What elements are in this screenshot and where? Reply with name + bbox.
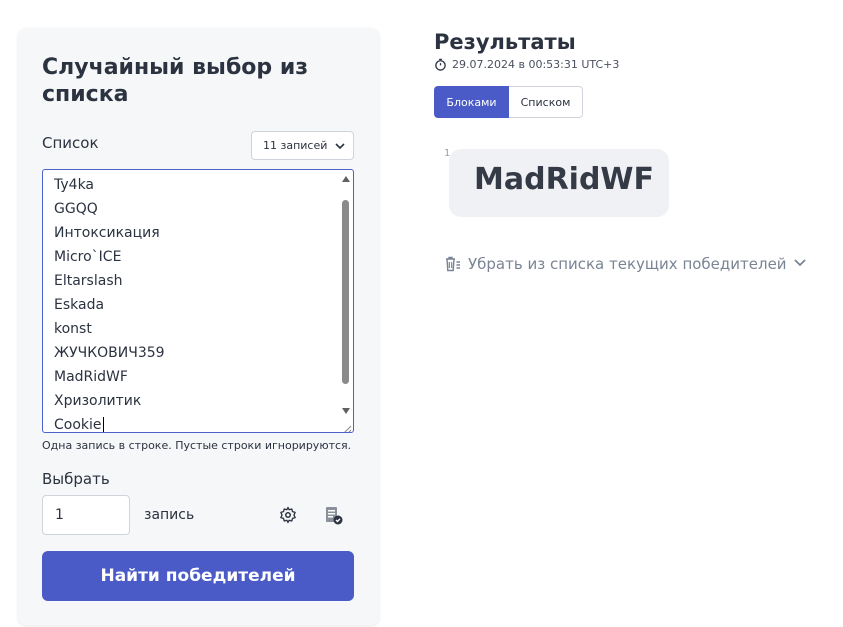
winner-name: MadRidWF <box>474 162 655 197</box>
entry-line: Cookie <box>54 417 104 433</box>
entries-hint: Одна запись в строке. Пустые строки игно… <box>42 439 352 452</box>
remove-winners-label: Убрать из списка текущих победителей <box>468 255 787 273</box>
resize-grip-icon[interactable] <box>340 419 352 432</box>
winner-count-input[interactable]: 1 <box>42 495 130 535</box>
unit-label: запись <box>144 507 195 523</box>
remove-winners-toggle[interactable]: Убрать из списка текущих победителей <box>444 255 811 273</box>
entry-line: GGQQ <box>54 201 98 217</box>
entry-line: Хризолитик <box>54 393 142 409</box>
entry-line: Micro`ICE <box>54 249 122 265</box>
results-title: Результаты <box>434 30 576 54</box>
tab-blocks[interactable]: Блоками <box>434 86 509 118</box>
scroll-up-arrow-icon[interactable] <box>341 174 351 184</box>
panel-title: Случайный выбор из списка <box>42 55 309 107</box>
timestamp-text: 29.07.2024 в 00:53:31 UTC+3 <box>452 58 620 71</box>
textarea-scrollbar[interactable] <box>339 170 353 432</box>
entry-count-label: 11 записей <box>263 139 328 152</box>
tab-list[interactable]: Списком <box>509 86 583 118</box>
find-winners-button[interactable]: Найти победителей <box>42 551 354 601</box>
stopwatch-icon <box>434 58 447 71</box>
gear-icon[interactable] <box>279 506 297 524</box>
entry-line: Ty4ka <box>54 177 95 193</box>
entry-count-dropdown[interactable]: 11 записей <box>251 131 354 160</box>
entry-line: konst <box>54 321 92 337</box>
entry-line: Eltarslash <box>54 273 123 289</box>
winner-index: 1 <box>444 148 451 159</box>
results-view-tabs: Блоками Списком <box>434 86 583 118</box>
input-panel: Случайный выбор из списка Список 11 запи… <box>18 28 379 625</box>
results-timestamp: 29.07.2024 в 00:53:31 UTC+3 <box>434 58 619 71</box>
scrollbar-thumb[interactable] <box>342 200 349 384</box>
document-check-icon[interactable] <box>324 506 344 526</box>
trash-list-icon <box>444 255 462 273</box>
chevron-down-icon <box>793 255 811 273</box>
chevron-down-icon <box>334 140 346 152</box>
entry-line: MadRidWF <box>54 369 128 385</box>
entry-line: Eskada <box>54 297 105 313</box>
entries-textarea[interactable]: Ty4ka GGQQ Интоксикация Micro`ICE Eltarslash… <box>42 169 354 433</box>
scroll-down-arrow-icon[interactable] <box>341 406 351 416</box>
entry-line: ЖУЧКОВИЧ359 <box>54 345 165 361</box>
entries-list: Ty4ka GGQQ Интоксикация Micro`ICE Eltarslash… <box>54 173 165 433</box>
choose-label: Выбрать <box>42 470 110 488</box>
list-label: Список <box>42 134 99 152</box>
text-caret <box>102 417 104 432</box>
entry-line: Интоксикация <box>54 225 160 241</box>
